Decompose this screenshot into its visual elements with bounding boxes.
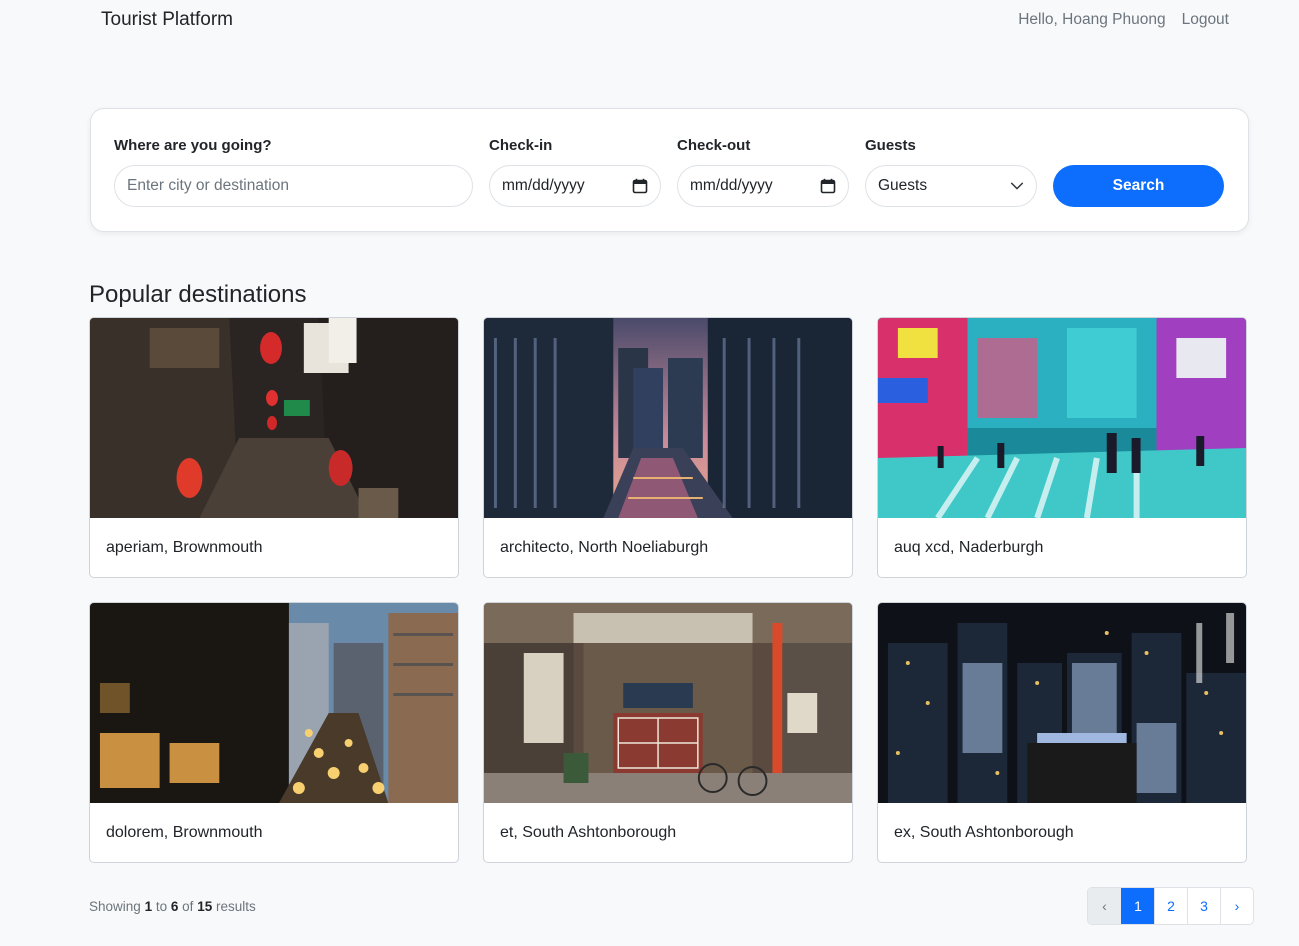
destination-name: ex, South Ashtonborough [894,824,1074,841]
destination-name: architecto, North Noeliaburgh [500,539,709,556]
nav-user-menu: Hello, Hoang Phuong Logout [1018,11,1229,29]
calendar-icon[interactable] [632,178,648,194]
destination-image [878,318,1246,518]
destination-image [484,603,852,803]
search-form-card: Where are you going? Check-in mm/dd/yyyy… [90,108,1249,232]
checkin-label: Check-in [489,137,553,154]
guests-label: Guests [865,137,916,154]
checkin-date-input[interactable]: mm/dd/yyyy [489,165,661,207]
pagination-next-button[interactable]: › [1220,888,1253,924]
destination-card[interactable]: auq xcd, Naderburgh [877,317,1247,578]
pagination-prev-button: ‹ [1088,888,1121,924]
logout-link[interactable]: Logout [1182,11,1229,29]
destination-image [878,603,1246,803]
destination-name: auq xcd, Naderburgh [894,539,1044,556]
chevron-down-icon [1010,182,1024,190]
results-total: 15 [197,899,213,914]
checkin-date-value: mm/dd/yyyy [502,177,585,194]
search-button[interactable]: Search [1053,165,1224,207]
navbar: Tourist Platform Hello, Hoang Phuong Log… [0,0,1299,44]
calendar-icon[interactable] [820,178,836,194]
destination-image [90,603,458,803]
results-summary: Showing 1 to 6 of 15 results [89,899,256,914]
destination-image [484,318,852,518]
results-of-word: of [182,899,194,914]
destination-card[interactable]: aperiam, Brownmouth [89,317,459,578]
destination-name: aperiam, Brownmouth [106,539,263,556]
destination-card[interactable]: et, South Ashtonborough [483,602,853,863]
brand-link[interactable]: Tourist Platform [101,9,233,31]
destination-name: dolorem, Brownmouth [106,824,263,841]
results-suffix: results [215,899,256,914]
pagination: ‹ 1 2 3 › [1087,887,1254,925]
pagination-page-3[interactable]: 3 [1187,888,1220,924]
destination-image [90,318,458,518]
destination-card[interactable]: ex, South Ashtonborough [877,602,1247,863]
user-greeting-link[interactable]: Hello, Hoang Phuong [1018,11,1165,29]
destination-card[interactable]: dolorem, Brownmouth [89,602,459,863]
results-to-word: to [155,899,168,914]
results-prefix: Showing [89,899,141,914]
destination-field[interactable] [114,165,473,207]
section-title: Popular destinations [89,281,307,308]
checkout-date-input[interactable]: mm/dd/yyyy [677,165,849,207]
guests-selected-value: Guests [878,177,928,194]
guests-select[interactable]: Guests [865,165,1037,207]
pagination-page-2[interactable]: 2 [1154,888,1187,924]
results-to: 6 [170,899,179,914]
destination-name: et, South Ashtonborough [500,824,677,841]
destination-card[interactable]: architecto, North Noeliaburgh [483,317,853,578]
pagination-page-1[interactable]: 1 [1121,888,1154,924]
destination-label: Where are you going? [114,137,272,154]
checkout-label: Check-out [677,137,751,154]
destination-input[interactable] [127,177,460,195]
checkout-date-value: mm/dd/yyyy [690,177,773,194]
results-from: 1 [144,899,153,914]
